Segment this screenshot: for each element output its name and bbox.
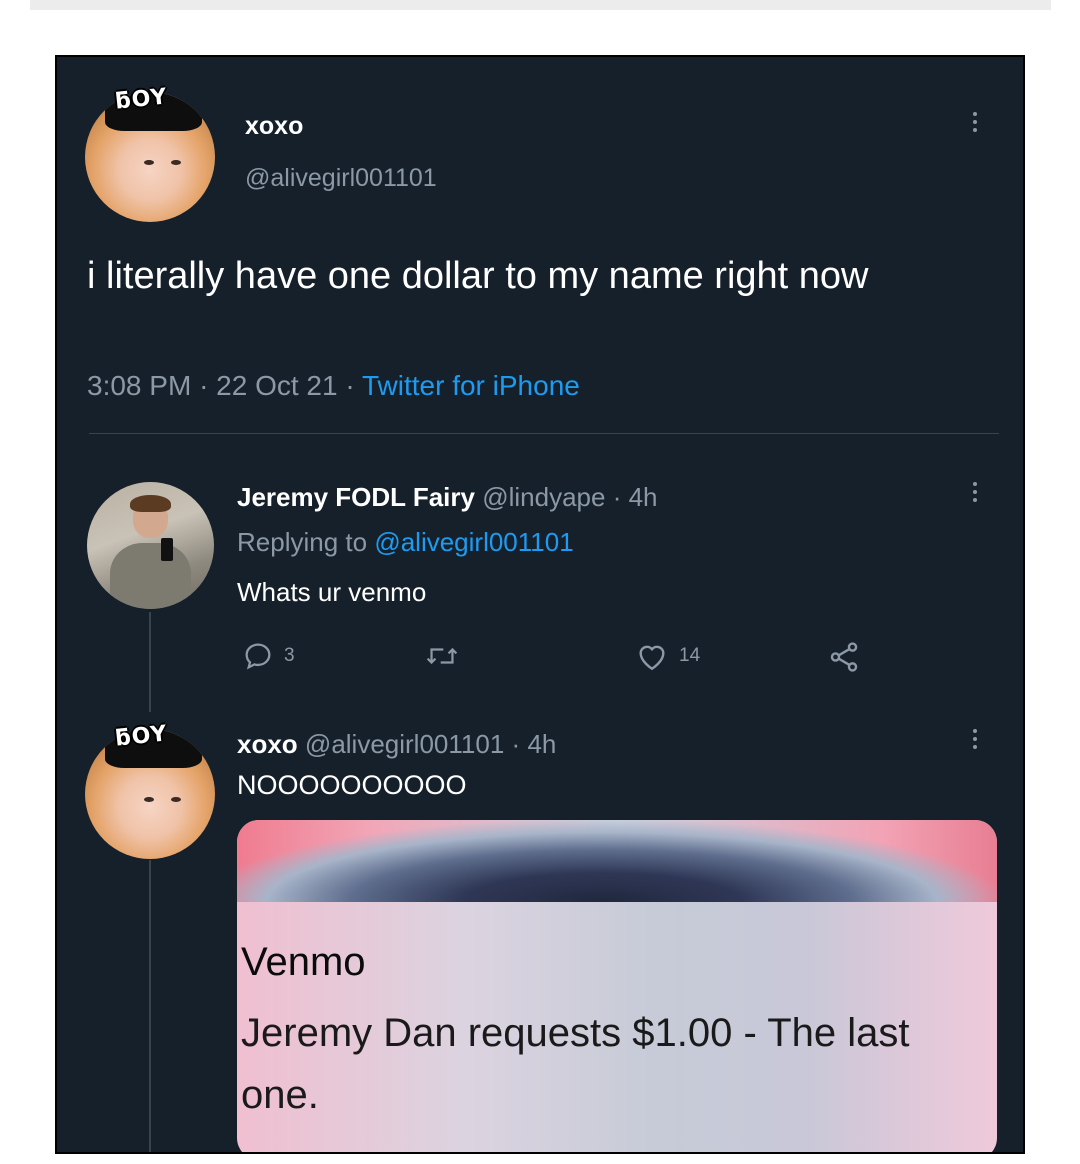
more-icon[interactable] [972, 729, 978, 753]
reply-header: Jeremy FODL Fairy @lindyape · 4h [237, 482, 658, 513]
tweet-source[interactable]: Twitter for iPhone [362, 370, 580, 401]
separator: · [345, 370, 355, 401]
thread-line [149, 612, 151, 712]
reply-header: xoxo @alivegirl001101 · 4h [237, 729, 556, 760]
like-button[interactable]: 14 [635, 640, 700, 672]
reply-age: 4h [527, 729, 557, 759]
replying-prefix: Replying to [237, 527, 368, 557]
reply-button[interactable]: 3 [242, 640, 295, 672]
like-icon [639, 645, 665, 671]
tweet-text: i literally have one dollar to my name r… [87, 255, 869, 297]
avatar[interactable] [87, 482, 214, 609]
display-name[interactable]: xoxo [237, 729, 298, 759]
card-title: Venmo [241, 940, 366, 984]
venmo-card[interactable]: Venmo Jeremy Dan requests $1.00 - The la… [237, 820, 997, 1152]
replying-to-handle[interactable]: @alivegirl001101 [374, 527, 573, 557]
share-icon [830, 642, 858, 672]
handle[interactable]: @alivegirl001101 [245, 164, 437, 193]
divider [89, 433, 999, 434]
display-name[interactable]: xoxo [245, 112, 303, 141]
handle[interactable]: @alivegirl001101 [305, 729, 504, 759]
card-body: Jeremy Dan requests $1.00 - The last one… [241, 1011, 910, 1117]
replying-to: Replying to @alivegirl001101 [237, 527, 574, 558]
retweet-icon [426, 647, 458, 665]
separator: · [612, 482, 622, 512]
share-button[interactable] [827, 640, 861, 674]
separator: · [511, 729, 521, 759]
tweet-time: 3:08 PM [87, 370, 192, 401]
reply-text: Whats ur venmo [237, 577, 427, 607]
like-count: 14 [679, 645, 701, 666]
handle[interactable]: @lindyape [482, 482, 605, 512]
retweet-button[interactable] [425, 640, 459, 672]
avatar[interactable] [85, 729, 215, 859]
thread-line [149, 860, 151, 1152]
reply-age: 4h [628, 482, 658, 512]
reply-text: NOOOOOOOOOO [237, 770, 467, 800]
reply-count: 3 [284, 645, 295, 666]
more-icon[interactable] [972, 112, 978, 136]
card-image [237, 820, 997, 902]
avatar[interactable] [85, 92, 215, 222]
top-border [30, 0, 1051, 10]
reply-icon [245, 643, 271, 670]
tweet-meta: 3:08 PM · 22 Oct 21 · Twitter for iPhone [87, 370, 580, 402]
more-icon[interactable] [972, 482, 978, 506]
display-name[interactable]: Jeremy FODL Fairy [237, 482, 475, 512]
separator: · [199, 370, 209, 401]
tweet-screenshot: ƃOY xoxo @alivegirl001101 i literally ha… [55, 55, 1025, 1154]
tweet-date: 22 Oct 21 [216, 370, 338, 401]
